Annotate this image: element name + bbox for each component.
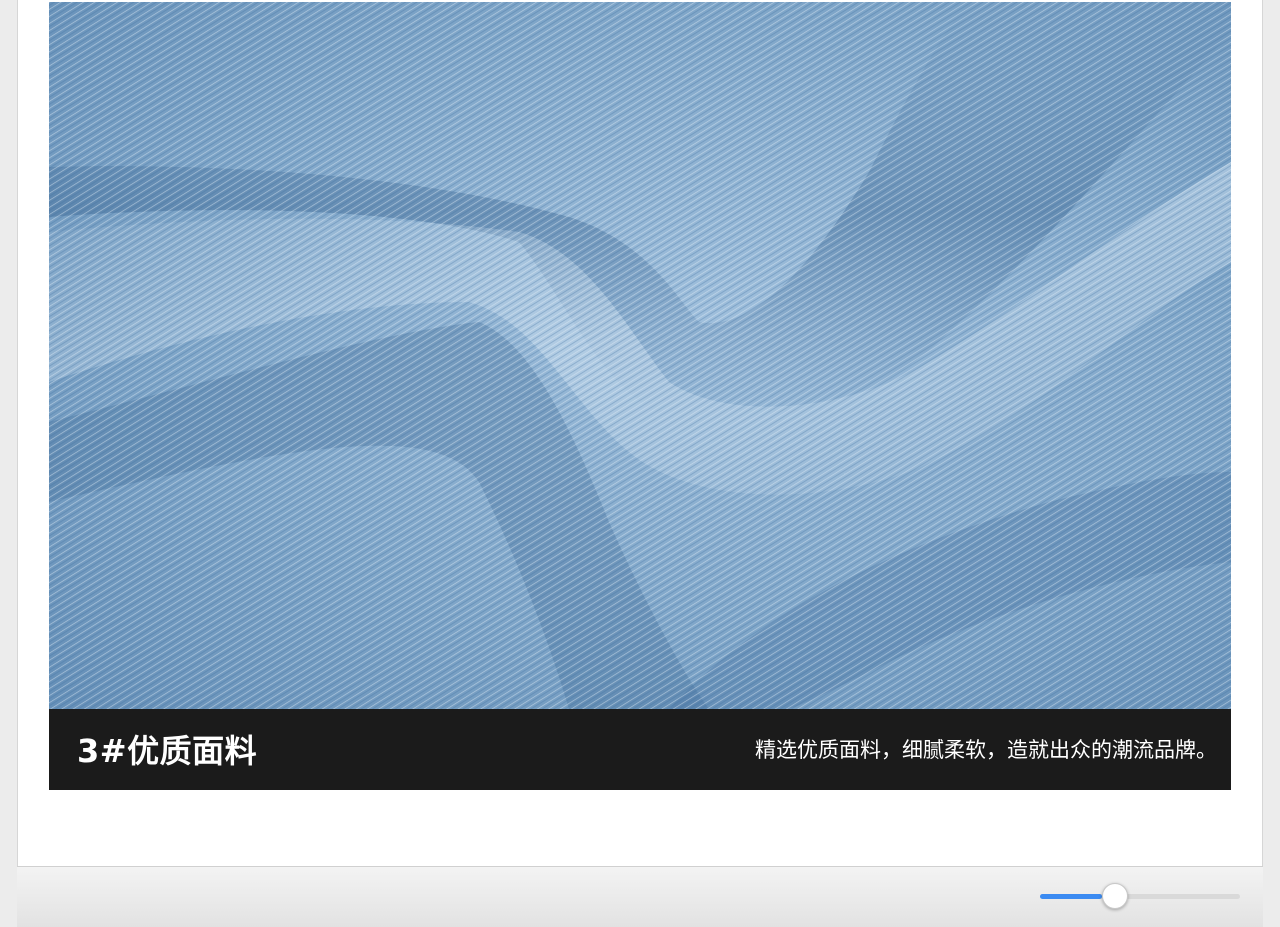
caption-title: 3#优质面料 xyxy=(77,732,258,770)
page: 3#优质面料 精选优质面料，细腻柔软，造就出众的潮流品牌。 xyxy=(0,0,1280,927)
denim-fabric-image xyxy=(49,2,1231,709)
slider-fill xyxy=(1040,894,1102,899)
caption-subtitle: 精选优质面料，细腻柔软，造就出众的潮流品牌。 xyxy=(755,738,1217,762)
caption-bar: 3#优质面料 精选优质面料，细腻柔软，造就出众的潮流品牌。 xyxy=(49,709,1231,790)
slider-thumb[interactable] xyxy=(1102,883,1128,909)
zoom-slider[interactable] xyxy=(1040,883,1242,909)
denim-fabric-photo xyxy=(49,2,1231,709)
